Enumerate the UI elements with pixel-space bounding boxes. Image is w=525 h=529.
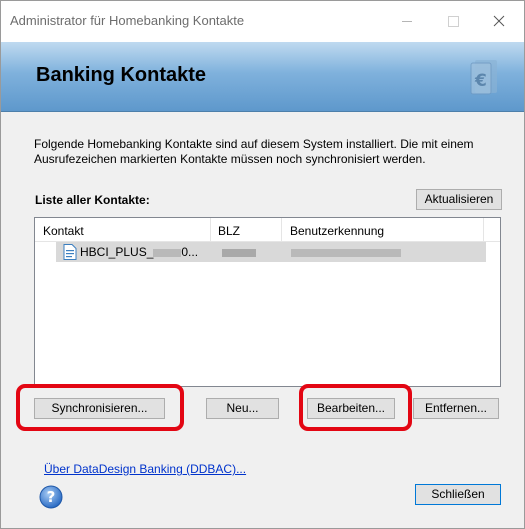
contact-list[interactable]: Kontakt BLZ Benutzerkennung HBCI_PLUS_ 0.… <box>34 217 501 387</box>
close-icon <box>493 15 505 27</box>
blz-redacted <box>222 245 256 259</box>
highlight-sync-button <box>16 384 184 431</box>
banner-heading: Banking Kontakte <box>36 64 207 86</box>
window-title: Administrator für Homebanking Kontakte <box>10 13 245 28</box>
column-header-kontakt[interactable]: Kontakt <box>43 224 84 238</box>
column-divider[interactable] <box>281 218 282 241</box>
contact-name: HBCI_PLUS_ 0... <box>80 245 199 259</box>
minimize-icon <box>402 21 412 22</box>
refresh-button[interactable]: Aktualisieren <box>416 189 502 210</box>
remove-button[interactable]: Entfernen... <box>413 398 499 419</box>
close-window-button[interactable] <box>476 1 522 42</box>
svg-text:?: ? <box>47 488 56 506</box>
euro-document-icon: € <box>470 60 497 95</box>
column-header-benutzerkennung[interactable]: Benutzerkennung <box>290 224 384 238</box>
minimize-button[interactable] <box>384 1 430 42</box>
close-button[interactable]: Schließen <box>415 484 501 505</box>
contact-file-icon <box>63 244 77 260</box>
list-header: Kontakt BLZ Benutzerkennung <box>35 218 500 242</box>
maximize-button[interactable] <box>430 1 476 42</box>
column-divider[interactable] <box>483 218 484 241</box>
header-banner: Banking Kontakte € <box>1 42 524 112</box>
contact-list-label: Liste aller Kontakte: <box>35 193 150 207</box>
column-divider[interactable] <box>210 218 211 241</box>
help-icon[interactable]: ? <box>39 485 63 509</box>
about-ddbac-link[interactable]: Über DataDesign Banking (DDBAC)... <box>44 462 246 476</box>
intro-text: Folgende Homebanking Kontakte sind auf d… <box>34 137 474 166</box>
maximize-icon <box>448 16 459 27</box>
column-header-blz[interactable]: BLZ <box>218 224 240 238</box>
svg-text:€: € <box>474 71 487 91</box>
table-row[interactable]: HBCI_PLUS_ 0... <box>56 242 486 262</box>
highlight-edit-button <box>299 384 412 431</box>
user-id-redacted <box>291 245 401 259</box>
dialog-window: Administrator für Homebanking Kontakte B… <box>0 0 525 529</box>
title-bar[interactable]: Administrator für Homebanking Kontakte <box>1 1 524 42</box>
new-button[interactable]: Neu... <box>206 398 279 419</box>
